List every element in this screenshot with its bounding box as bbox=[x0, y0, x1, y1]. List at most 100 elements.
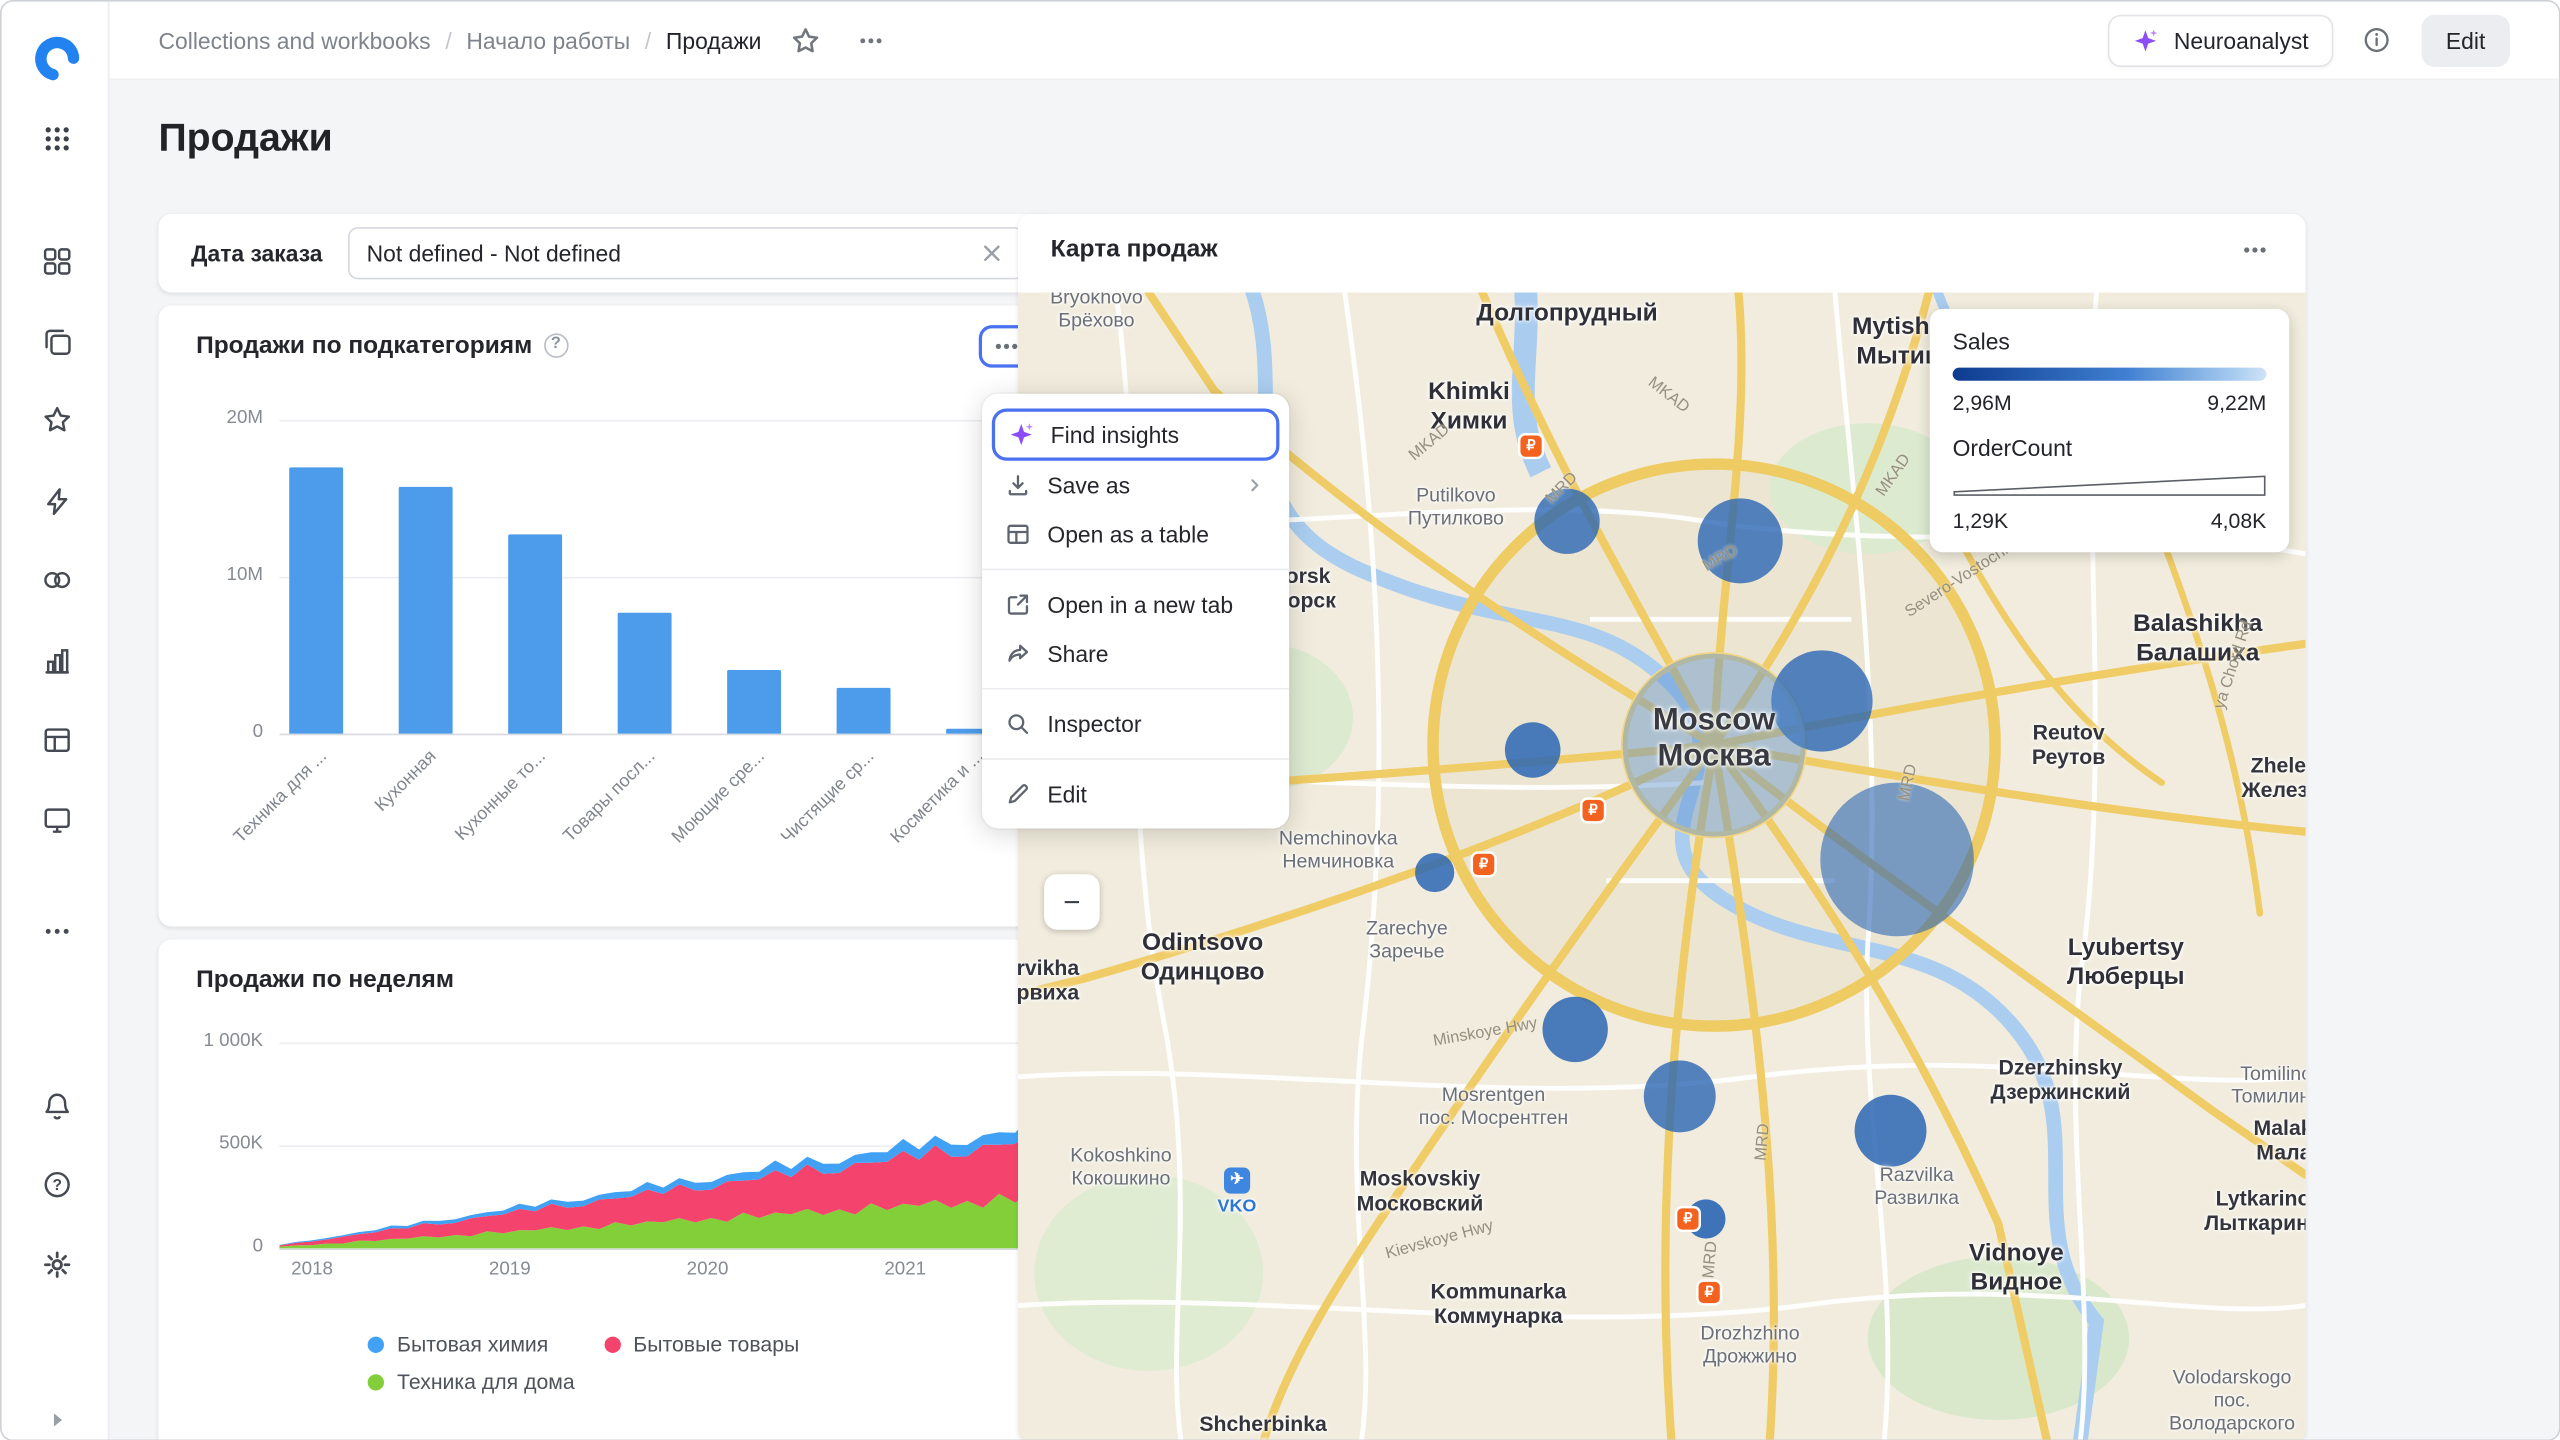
sidebar-item-tables[interactable] bbox=[26, 711, 88, 770]
map-city-label: LyubertsyЛюберцы bbox=[2067, 934, 2185, 992]
monitor-icon bbox=[41, 804, 74, 837]
more-icon bbox=[41, 915, 74, 948]
map-city-label: VidnoyeВидное bbox=[1969, 1239, 2064, 1297]
menu-item-inspector[interactable]: Inspector bbox=[982, 699, 1289, 748]
settings-button[interactable] bbox=[26, 1235, 88, 1294]
sidebar-item-monitor[interactable] bbox=[26, 791, 88, 850]
bar[interactable] bbox=[727, 671, 781, 734]
bar[interactable] bbox=[618, 612, 672, 733]
map-city-label: ReutovРеутов bbox=[2032, 720, 2105, 770]
menu-label: Open as a table bbox=[1047, 521, 1209, 547]
menu-item-share[interactable]: Share bbox=[982, 629, 1289, 678]
legend-item[interactable]: Бытовая химия bbox=[368, 1332, 549, 1357]
y-tick: 1 000K bbox=[185, 1031, 263, 1051]
breadcrumb: Collections and workbooks / Начало работ… bbox=[158, 27, 761, 53]
map-city-label: KommunarkaКоммунарка bbox=[1431, 1279, 1567, 1329]
star-icon bbox=[41, 404, 74, 437]
edit-button[interactable]: Edit bbox=[2421, 14, 2509, 66]
legend-dot-green bbox=[368, 1373, 384, 1389]
close-icon bbox=[982, 243, 1002, 263]
legend-dot-blue bbox=[368, 1336, 384, 1352]
map-road-label: MRD bbox=[1896, 763, 1921, 803]
table-icon bbox=[41, 724, 74, 757]
datalens-logo[interactable] bbox=[26, 29, 88, 88]
menu-label: Open in a new tab bbox=[1047, 592, 1233, 618]
notifications-button[interactable] bbox=[26, 1077, 88, 1136]
map-city-label: Mosrentgenпос. Мосрентген bbox=[1419, 1083, 1569, 1129]
map-poi-marker: ₽ bbox=[1583, 800, 1604, 821]
sidebar-item-favorites[interactable] bbox=[26, 391, 88, 450]
sales-gradient-bar bbox=[1953, 368, 2267, 381]
favorite-star-button[interactable] bbox=[784, 19, 826, 61]
sidebar-expand-button[interactable] bbox=[26, 1391, 88, 1440]
breadcrumb-collections[interactable]: Collections and workbooks bbox=[158, 27, 430, 53]
top-bar: Collections and workbooks / Начало работ… bbox=[109, 2, 2558, 80]
help-icon[interactable]: ? bbox=[544, 333, 569, 358]
map-city-label: MalakhovkaМалаховка bbox=[2254, 1115, 2306, 1165]
map-road-label: MKAD bbox=[1644, 374, 1692, 417]
menu-item-save-as[interactable]: Save as bbox=[982, 461, 1289, 510]
menu-item-open-new-tab[interactable]: Open in a new tab bbox=[982, 580, 1289, 629]
sidebar-item-quick-actions[interactable] bbox=[26, 472, 88, 531]
map-city-label: ShcherbinkaЩербинка bbox=[1199, 1411, 1327, 1439]
clear-filter-button[interactable] bbox=[977, 239, 1006, 268]
header-actions: Neuroanalyst Edit bbox=[2108, 14, 2509, 66]
map-menu-button[interactable] bbox=[2230, 230, 2279, 269]
magnifier-icon bbox=[1005, 711, 1031, 737]
bar[interactable] bbox=[508, 535, 562, 734]
breadcrumb-more-button[interactable] bbox=[850, 19, 892, 61]
map-title: Карта продаж bbox=[1051, 235, 1218, 263]
sidebar-item-collections[interactable] bbox=[26, 312, 88, 371]
datalens-logo-icon bbox=[33, 34, 82, 83]
map-city-label: MoskovskiyМосковский bbox=[1357, 1166, 1484, 1216]
menu-item-edit[interactable]: Edit bbox=[982, 770, 1289, 819]
x-tick: 2021 bbox=[864, 1260, 946, 1280]
y-tick: 500K bbox=[185, 1134, 263, 1154]
y-tick: 0 bbox=[185, 722, 263, 742]
help-button[interactable]: ? bbox=[26, 1155, 88, 1214]
ordercount-size-wedge bbox=[1953, 474, 2267, 499]
apps-grid-button[interactable] bbox=[26, 109, 88, 168]
map-road-label: MRD bbox=[1700, 1240, 1721, 1279]
zoom-out-button[interactable]: − bbox=[1044, 874, 1100, 930]
neuroanalyst-button[interactable]: Neuroanalyst bbox=[2108, 14, 2333, 66]
svg-text:?: ? bbox=[52, 1177, 61, 1194]
map-city-label: Долгопрудный bbox=[1476, 299, 1657, 328]
menu-item-open-as-table[interactable]: Open as a table bbox=[982, 510, 1289, 559]
neuroanalyst-label: Neuroanalyst bbox=[2174, 27, 2309, 53]
sidebar-item-more[interactable] bbox=[26, 902, 88, 961]
sidebar-item-charts[interactable] bbox=[26, 632, 88, 691]
map-city-label: DrozhzhinoДрожжино bbox=[1700, 1322, 1799, 1368]
collections-icon bbox=[41, 325, 74, 358]
map-poi-marker: ₽ bbox=[1473, 854, 1494, 875]
map-legend: Sales 2,96M 9,22M OrderCount 1,29K 4,08K bbox=[1930, 309, 2289, 552]
sparkle-icon bbox=[1008, 422, 1034, 448]
date-filter-label: Дата заказа bbox=[191, 240, 322, 266]
ordercount-max: 4,08K bbox=[2211, 508, 2267, 533]
pencil-icon bbox=[1005, 781, 1031, 807]
chevron-right-icon bbox=[1243, 474, 1266, 497]
map-city-label: KokoshkinoКокошкино bbox=[1070, 1144, 1171, 1190]
menu-divider bbox=[982, 688, 1289, 690]
bar-chart-title: Продажи по подкатегориям bbox=[196, 332, 532, 360]
sidebar-item-datasets[interactable] bbox=[26, 551, 88, 610]
sidebar-item-dashboards[interactable] bbox=[26, 232, 88, 291]
menu-item-find-insights[interactable]: Find insights bbox=[992, 409, 1280, 461]
area-svg[interactable] bbox=[279, 1042, 1031, 1248]
area-chart-title: Продажи по неделям bbox=[196, 966, 454, 994]
info-button[interactable] bbox=[2356, 19, 2398, 61]
bar[interactable] bbox=[399, 486, 453, 734]
map-road-label: MRD bbox=[1543, 469, 1582, 508]
menu-label: Edit bbox=[1047, 781, 1086, 807]
ordercount-legend-label: OrderCount bbox=[1953, 435, 2267, 461]
map-road-label: MRD bbox=[1700, 542, 1741, 576]
date-filter-input[interactable]: Not defined - Not defined bbox=[349, 227, 1025, 279]
gridline bbox=[279, 420, 1031, 422]
legend-item[interactable]: Бытовые товары bbox=[604, 1332, 799, 1357]
breadcrumb-getting-started[interactable]: Начало работы bbox=[466, 27, 630, 53]
bar[interactable] bbox=[837, 688, 891, 734]
x-axis-line bbox=[279, 734, 1031, 736]
legend-item[interactable]: Техника для дома bbox=[368, 1369, 575, 1394]
bar[interactable] bbox=[289, 467, 343, 733]
menu-label: Find insights bbox=[1051, 422, 1179, 448]
